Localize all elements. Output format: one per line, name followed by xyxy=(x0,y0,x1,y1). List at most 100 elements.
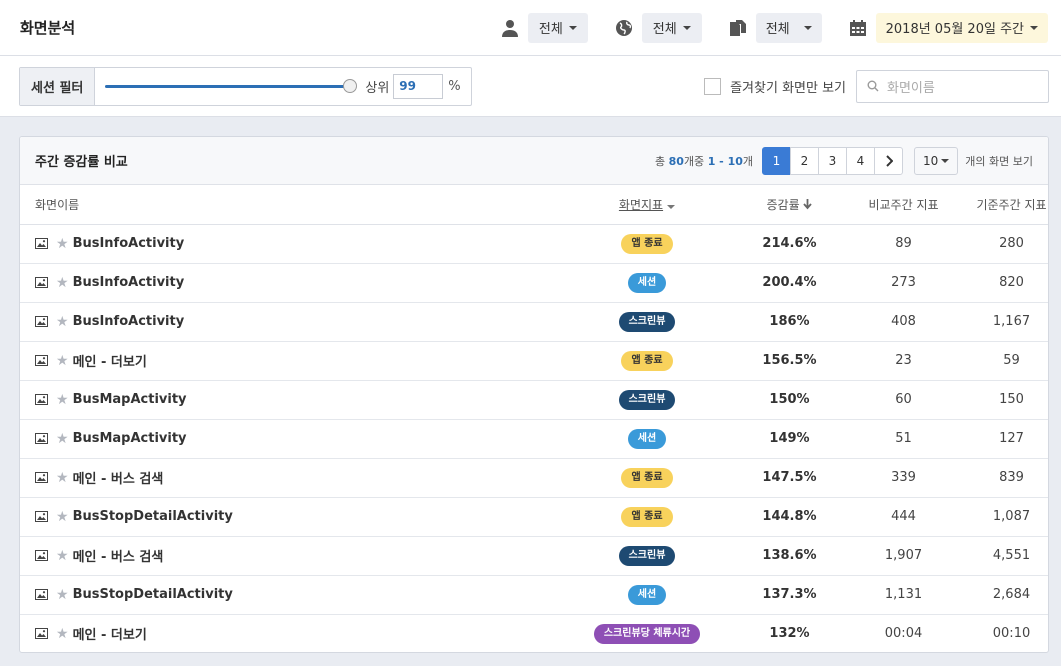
weekly-comparison-panel: 주간 증감률 비교 총 80개중 1 - 10개 1 2 3 4 10 개의 화… xyxy=(19,136,1049,653)
image-icon[interactable] xyxy=(35,355,48,366)
screen-name: BusStopDetailActivity xyxy=(72,509,233,524)
table-row[interactable]: ★ BusStopDetailActivity 세션 137.3% 1,131 2,684 xyxy=(20,575,1048,615)
table-row[interactable]: ★ 메인 - 더보기 앱 종료 156.5% 23 59 xyxy=(20,341,1048,381)
screen-name-cell: ★ BusInfoActivity xyxy=(20,263,547,303)
compare-cell: 339 xyxy=(832,458,975,498)
total-count: 80 xyxy=(668,154,684,168)
range-count: 1 - 10 xyxy=(707,154,743,168)
metric-cell: 앱 종료 xyxy=(547,458,747,498)
image-icon[interactable] xyxy=(35,394,48,405)
metric-cell: 세션 xyxy=(547,263,747,303)
rate-cell: 138.6% xyxy=(747,536,832,576)
star-icon[interactable]: ★ xyxy=(56,510,69,524)
screen-name-cell: ★ 메인 - 더보기 xyxy=(20,341,547,381)
metric-badge: 앱 종료 xyxy=(621,467,673,488)
favorites-toggle[interactable]: 즐겨찾기 화면만 보기 xyxy=(704,77,846,96)
table-row[interactable]: ★ 메인 - 버스 검색 스크린뷰 138.6% 1,907 4,551 xyxy=(20,536,1048,576)
col-header-rate[interactable]: 증감률 xyxy=(747,185,832,225)
star-icon[interactable]: ★ xyxy=(56,276,69,290)
favorites-checkbox[interactable] xyxy=(704,77,722,95)
sort-down-icon xyxy=(803,198,813,210)
image-icon[interactable] xyxy=(35,238,48,249)
page-2-button[interactable]: 2 xyxy=(790,146,819,175)
region-filter-dropdown[interactable]: 전체 xyxy=(641,12,702,43)
star-icon[interactable]: ★ xyxy=(56,237,69,251)
screen-name-cell: ★ 메인 - 더보기 xyxy=(20,614,547,652)
table-row[interactable]: ★ BusInfoActivity 세션 200.4% 273 820 xyxy=(20,263,1048,303)
star-icon[interactable]: ★ xyxy=(56,588,69,602)
image-icon[interactable] xyxy=(35,472,48,483)
metric-badge: 세션 xyxy=(627,272,667,293)
next-page-button[interactable] xyxy=(874,146,903,175)
metric-cell: 앱 종료 xyxy=(547,341,747,381)
screen-name-cell: ★ 메인 - 버스 검색 xyxy=(20,458,547,498)
page-3-button[interactable]: 3 xyxy=(818,146,847,175)
top-label: 상위 xyxy=(365,80,390,96)
metric-cell: 스크린뷰 xyxy=(547,536,747,576)
slider-handle[interactable] xyxy=(343,79,358,93)
search-placeholder: 화면이름 xyxy=(887,80,935,96)
col-header-metric[interactable]: 화면지표 xyxy=(547,185,747,225)
star-icon[interactable]: ★ xyxy=(56,393,69,407)
page-title: 화면분석 xyxy=(20,19,76,37)
date-value: 2018년 05월 20일 주간 xyxy=(885,22,1024,37)
table-row[interactable]: ★ BusMapActivity 세션 149% 51 127 xyxy=(20,419,1048,459)
image-icon[interactable] xyxy=(35,589,48,600)
rate-header-label: 증감률 xyxy=(766,197,800,212)
metric-badge: 스크린뷰 xyxy=(618,389,676,410)
screen-name: BusInfoActivity xyxy=(72,314,185,329)
doc-filter-dropdown[interactable]: 전체 xyxy=(755,12,822,43)
table-row[interactable]: ★ BusMapActivity 스크린뷰 150% 60 150 xyxy=(20,380,1048,420)
date-dropdown[interactable]: 2018년 05월 20일 주간 xyxy=(875,12,1048,43)
base-cell: 150 xyxy=(975,380,1048,420)
page-1-button[interactable]: 1 xyxy=(762,146,791,175)
image-icon[interactable] xyxy=(35,511,48,522)
star-icon[interactable]: ★ xyxy=(56,549,69,563)
rate-cell: 200.4% xyxy=(747,263,832,303)
count-mid: 개중 xyxy=(683,154,708,168)
pagination: 1 2 3 4 xyxy=(762,146,903,175)
image-icon[interactable] xyxy=(35,316,48,327)
page-4-button[interactable]: 4 xyxy=(846,146,875,175)
chevron-down-icon xyxy=(667,204,676,209)
search-icon xyxy=(867,80,879,92)
rate-cell: 144.8% xyxy=(747,497,832,537)
table-row[interactable]: ★ 메인 - 더보기 스크린뷰당 체류시간 132% 00:04 00:10 xyxy=(20,614,1048,652)
comparison-table: 화면이름 화면지표 증감률 비교주간 지표 기준주간 지표 ★ BusInfoAc… xyxy=(20,185,1048,652)
session-filter-label: 세션 필터 xyxy=(20,67,96,105)
globe-icon xyxy=(614,18,634,38)
doc-filter-group: 전체 xyxy=(728,12,822,43)
col-header-base: 기준주간 지표 xyxy=(975,185,1048,225)
session-slider[interactable] xyxy=(105,76,358,96)
table-row[interactable]: ★ 메인 - 버스 검색 앱 종료 147.5% 339 839 xyxy=(20,458,1048,498)
search-input[interactable]: 화면이름 xyxy=(856,69,1049,103)
star-icon[interactable]: ★ xyxy=(56,315,69,329)
metric-cell: 앱 종료 xyxy=(547,224,747,264)
count-suffix: 개 xyxy=(742,154,753,168)
metric-cell: 세션 xyxy=(547,419,747,459)
star-icon[interactable]: ★ xyxy=(56,354,69,368)
top-percent-input[interactable]: 99 xyxy=(393,73,444,99)
metric-badge: 스크린뷰 xyxy=(618,545,676,566)
favorites-label: 즐겨찾기 화면만 보기 xyxy=(730,80,846,96)
star-icon[interactable]: ★ xyxy=(56,471,69,485)
image-icon[interactable] xyxy=(35,628,48,639)
image-icon[interactable] xyxy=(35,550,48,561)
star-icon[interactable]: ★ xyxy=(56,627,69,641)
screen-name: BusInfoActivity xyxy=(72,236,185,251)
table-row[interactable]: ★ BusInfoActivity 스크린뷰 186% 408 1,167 xyxy=(20,302,1048,342)
rate-cell: 147.5% xyxy=(747,458,832,498)
table-row[interactable]: ★ BusInfoActivity 앱 종료 214.6% 89 280 xyxy=(20,224,1048,264)
per-page-dropdown[interactable]: 10 xyxy=(914,146,959,175)
documents-icon xyxy=(728,18,748,38)
image-icon[interactable] xyxy=(35,277,48,288)
metric-badge: 스크린뷰당 체류시간 xyxy=(593,623,701,644)
star-icon[interactable]: ★ xyxy=(56,432,69,446)
metric-badge: 세션 xyxy=(627,428,667,449)
metric-badge: 앱 종료 xyxy=(621,233,673,254)
metric-cell: 스크린뷰 xyxy=(547,302,747,342)
image-icon[interactable] xyxy=(35,433,48,444)
table-row[interactable]: ★ BusStopDetailActivity 앱 종료 144.8% 444 1,087 xyxy=(20,497,1048,537)
user-filter-dropdown[interactable]: 전체 xyxy=(527,12,588,43)
per-page-label: 개의 화면 보기 xyxy=(965,154,1033,168)
